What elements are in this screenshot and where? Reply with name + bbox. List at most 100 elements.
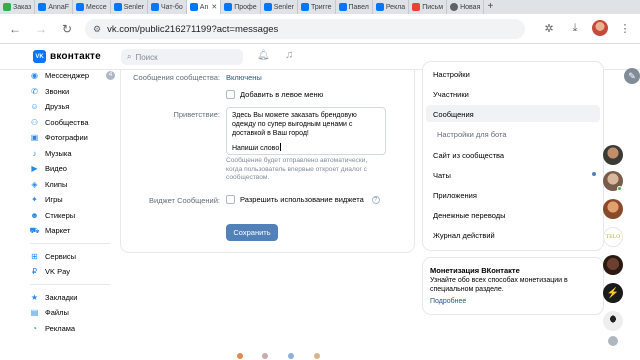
tab-label: Павел [348,3,369,11]
nav-item-messenger[interactable]: ◉ Мессенджер 4 [30,68,120,84]
edit-pencil-icon[interactable]: ✎ [624,68,640,84]
browser-tab[interactable]: Павел [336,0,373,14]
tab-label: An [199,3,209,11]
close-tab-icon[interactable]: ✕ [211,3,217,11]
chat-avatar[interactable]: TELO [603,227,623,247]
site-info-icon[interactable]: ⚙ [93,24,101,35]
vk-favicon-icon [263,3,272,11]
notifications-bell-icon[interactable]: 🔔︎ [257,50,270,61]
nav-label: Звонки [45,86,70,96]
nav-label: Файлы [45,308,69,318]
nav-item-games[interactable]: ✦ Игры [30,192,120,208]
unread-badge: 4 [106,71,115,80]
messages-status-value[interactable]: Включены [226,73,262,82]
nav-label: VK Pay [45,267,71,277]
save-button[interactable]: Сохранить [226,224,278,241]
reload-icon[interactable]: ↻ [56,18,78,40]
monetization-more-link[interactable]: Подробнее [430,298,466,305]
bottom-overflow-strip [0,352,640,360]
nav-label: Сервисы [45,251,77,261]
menu-item-settings[interactable]: Настройки [433,70,470,79]
monetization-description: Узнайте обо всех способах монетизации в … [430,277,568,293]
communities-icon: ⚇ [30,117,39,127]
widget-allow-row[interactable]: Разрешить использование виджета ? [226,195,380,204]
nav-label: Клипы [45,179,68,189]
address-bar[interactable]: ⚙ vk.com/public216271199?act=messages [85,19,525,39]
menu-item-apps[interactable]: Приложения [433,191,477,200]
forward-arrow-icon[interactable]: → [30,18,52,40]
nav-item-music[interactable]: ♪ Музыка [30,146,120,162]
nav-item-calls[interactable]: ✆ Звонки [30,84,120,100]
music-icon: ♪ [32,148,37,158]
add-to-menu-checkbox[interactable] [226,90,235,99]
vk-favicon-icon [76,3,84,11]
greeting-textarea[interactable]: Здесь Вы можете заказать брендовую одежд… [226,107,386,155]
browser-tab[interactable]: Тригге [298,0,336,14]
nav-label: Друзья [45,102,70,112]
profile-avatar[interactable] [592,20,608,36]
browser-tab-active[interactable]: An ✕ [186,0,222,14]
menu-item-site[interactable]: Сайт из сообщества [433,151,504,160]
info-icon[interactable]: ? [371,195,380,204]
menu-item-transfers[interactable]: Денежные переводы [433,211,506,220]
browser-tab-strip: Заказ AnnaF Мессе Senler Чат-бо An ✕ Проф… [0,0,640,14]
address-bar-url: vk.com/public216271199?act=messages [107,23,279,35]
download-icon[interactable]: ⤓ [566,19,584,37]
chat-avatar[interactable]: ⚡ [603,283,623,303]
add-to-menu-label: Добавить в левое меню [240,90,324,99]
greeting-text-line2: Напиши слово [232,144,280,152]
nav-item-photos[interactable]: ▣ Фотографии [30,130,120,146]
nav-item-market[interactable]: ⛟ Маркет [29,223,120,239]
menu-item-chats[interactable]: Чаты [433,171,451,180]
browser-tab[interactable]: Senler [261,0,298,14]
nav-item-services[interactable]: ⊞ Сервисы [30,249,120,265]
browser-tab[interactable]: Новая [447,0,485,14]
extensions-icon[interactable]: ✲ [540,19,558,37]
browser-tab[interactable]: AnnaF [35,0,73,14]
nav-label: Маркет [45,226,71,236]
new-tab-button[interactable]: + [484,0,496,14]
vk-search-input[interactable]: ⌕ Поиск [121,49,243,65]
nav-item-files[interactable]: ▤ Файлы [30,305,120,321]
overflow-avatar [237,353,243,359]
tab-favicon-icon [3,3,11,11]
overflow-avatar [314,353,320,359]
menu-item-bot-settings[interactable]: Настройки для бота [437,130,507,139]
nav-item-stickers[interactable]: ☻ Стикеры [30,208,120,224]
browser-tab[interactable]: Мессе [73,0,111,14]
browser-tab[interactable]: Рекла [373,0,410,14]
vkpay-icon: ₽ [31,267,38,277]
menu-item-action-log[interactable]: Журнал действий [433,231,495,240]
chat-avatar[interactable] [603,145,623,165]
nav-item-clips[interactable]: ◈ Клипы [30,177,120,193]
chat-avatar[interactable] [603,255,623,275]
browser-tab[interactable]: Заказ [0,0,36,14]
add-to-menu-row[interactable]: Добавить в левое меню [226,90,323,99]
nav-item-video[interactable]: ▶ Видео [30,161,120,177]
music-note-icon[interactable]: ♫ [285,49,293,61]
tab-label: Заказ [13,3,32,11]
search-placeholder: Поиск [135,52,158,62]
vk-favicon-icon [38,3,47,11]
nav-item-communities[interactable]: ⚇ Сообщества [30,115,120,131]
chat-settings-icon[interactable] [608,336,618,346]
widget-allow-checkbox[interactable] [226,195,235,204]
overflow-avatar [262,353,268,359]
menu-dots-icon[interactable]: ⋮ [616,19,634,37]
file-icon: ▤ [30,308,39,318]
nav-item-bookmarks[interactable]: ★ Закладки [30,290,120,306]
browser-tab[interactable]: Письм [409,0,448,14]
nav-item-ads[interactable]: ◔ Реклама [30,321,120,337]
browser-tab[interactable]: Senler [111,0,148,14]
nav-item-vkpay[interactable]: ₽ VK Pay [30,264,120,280]
vk-logo[interactable]: VK вконтакте [33,50,101,63]
chat-avatar[interactable] [603,311,623,331]
back-arrow-icon[interactable]: ← [4,18,26,40]
browser-tab[interactable]: Чат-бо [148,0,187,14]
browser-tab[interactable]: Профе [221,0,261,14]
menu-item-members[interactable]: Участники [433,90,469,99]
nav-item-friends[interactable]: ☺ Друзья [30,99,120,115]
menu-item-messages[interactable]: Сообщения [433,110,474,119]
gmail-favicon-icon [412,3,421,11]
chat-avatar[interactable] [603,199,623,219]
